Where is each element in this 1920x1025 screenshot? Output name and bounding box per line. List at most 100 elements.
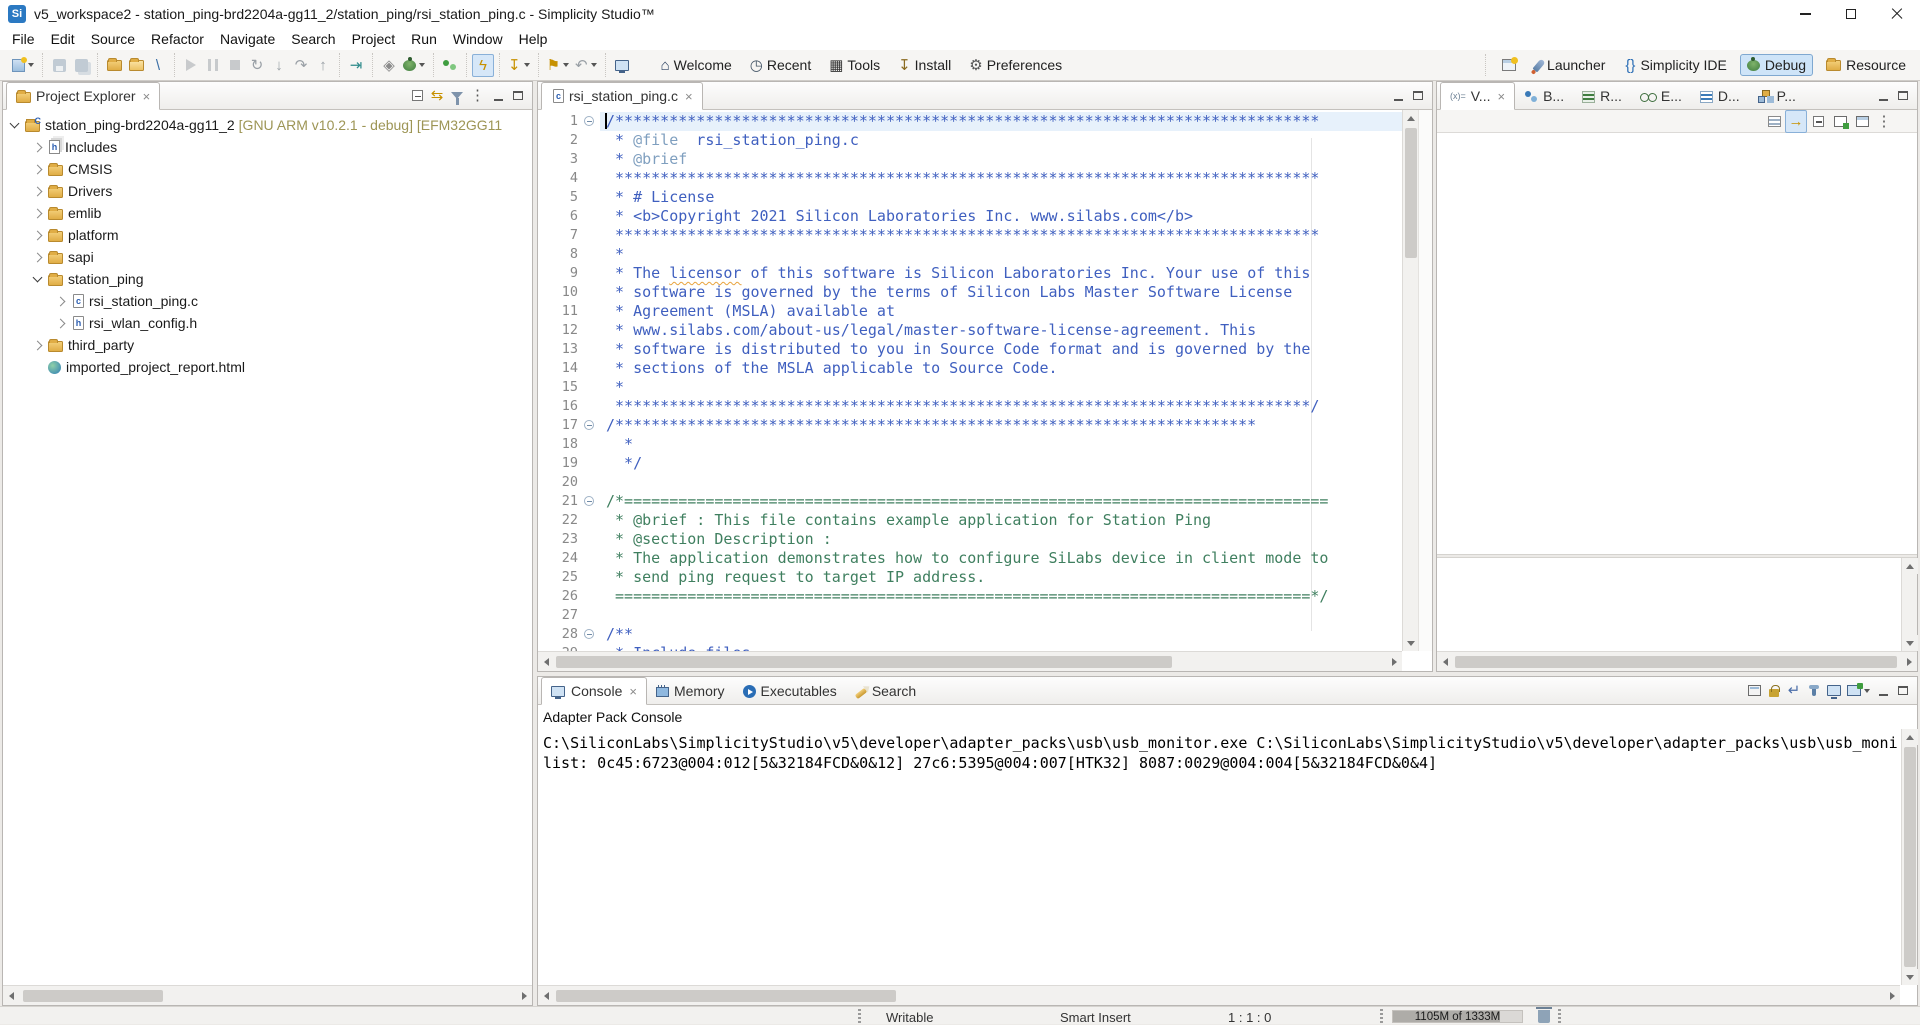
step-over-button[interactable]: ↷ (290, 54, 312, 77)
open-terminal-button[interactable] (611, 54, 633, 77)
build-button[interactable] (103, 54, 125, 77)
fold-collapse-icon[interactable] (584, 116, 594, 126)
maximize-view-button[interactable] (1408, 86, 1428, 106)
expand-arrow-icon[interactable] (33, 164, 43, 174)
variables-detail-pane[interactable] (1437, 558, 1900, 651)
menu-file[interactable]: File (4, 29, 43, 49)
dropdown-arrow-icon[interactable] (591, 63, 597, 67)
editor-vscrollbar[interactable] (1402, 110, 1418, 651)
welcome-button[interactable]: ⌂Welcome (661, 57, 732, 73)
maximize-button[interactable] (1893, 681, 1913, 701)
tab-expressions[interactable]: E... (1631, 83, 1691, 109)
tree-item-third-party[interactable]: third_party (3, 334, 532, 356)
close-view-icon[interactable]: × (1497, 89, 1505, 104)
scrollbar-thumb[interactable] (556, 990, 896, 1002)
show-type-names-button[interactable] (1763, 110, 1785, 133)
tools-button[interactable]: ▦Tools (829, 57, 880, 73)
recent-button[interactable]: ◷Recent (750, 57, 811, 73)
resume-at-line-button[interactable]: ⇥ (345, 54, 367, 77)
expand-arrow-icon[interactable] (33, 186, 43, 196)
menu-refactor[interactable]: Refactor (143, 29, 212, 49)
tree-item-drivers[interactable]: Drivers (3, 180, 532, 202)
scrollbar-thumb[interactable] (1455, 656, 1897, 668)
menu-source[interactable]: Source (83, 29, 143, 49)
expand-arrow-icon[interactable] (33, 230, 43, 240)
minimize-button[interactable] (488, 86, 508, 106)
menu-project[interactable]: Project (344, 29, 404, 49)
tab-console[interactable]: Console× (541, 677, 647, 705)
tab-memory[interactable]: Memory (647, 678, 734, 704)
expand-arrow-icon[interactable] (33, 252, 43, 262)
skip-all-breakpoints-button[interactable]: \ (147, 54, 169, 77)
collapse-all-button[interactable] (407, 86, 427, 106)
scroll-right-button[interactable] (1884, 988, 1900, 1004)
tab-peripherals[interactable]: P... (1749, 83, 1805, 109)
expand-arrow-icon[interactable] (33, 208, 43, 218)
variables-tree-area[interactable] (1437, 133, 1917, 554)
menu-window[interactable]: Window (445, 29, 511, 49)
step-return-button[interactable]: ↑ (312, 54, 334, 77)
tab-executables[interactable]: Executables (734, 678, 846, 704)
dropdown-arrow-icon[interactable] (563, 63, 569, 67)
tree-item-station-ping-brd2204a-gg11-2[interactable]: station_ping-brd2204a-gg11_2 [GNU ARM v1… (3, 114, 532, 136)
scroll-up-button[interactable] (1902, 729, 1918, 745)
perspective-open-perspective[interactable] (1495, 56, 1523, 74)
collapse-arrow-icon[interactable] (33, 273, 43, 283)
scrollbar-thumb[interactable] (1904, 747, 1916, 967)
close-editor-icon[interactable]: × (685, 89, 693, 104)
console-vscrollbar[interactable] (1901, 729, 1917, 985)
minimize-button[interactable] (1873, 681, 1893, 701)
expand-arrow-icon[interactable] (33, 142, 43, 152)
pin-console-button[interactable] (1804, 681, 1824, 701)
tree-item-sapi[interactable]: sapi (3, 246, 532, 268)
terminate-button[interactable] (224, 54, 246, 77)
tab-registers[interactable]: R... (1573, 83, 1631, 109)
tree-item-rsi-wlan-config-h[interactable]: rsi_wlan_config.h (3, 312, 532, 334)
save-all-button[interactable] (70, 54, 92, 77)
expand-arrow-icon[interactable] (33, 340, 43, 350)
flash-programmer-button[interactable]: ϟ (472, 54, 494, 77)
dropdown-arrow-icon[interactable] (1864, 689, 1870, 693)
scrollbar-thumb[interactable] (23, 990, 163, 1002)
scroll-up-button[interactable] (1902, 558, 1918, 574)
perspective-simplicity-ide[interactable]: {}Simplicity IDE (1618, 54, 1733, 76)
perspective-debug[interactable]: Debug (1740, 54, 1813, 76)
scroll-right-button[interactable] (1386, 654, 1402, 670)
tab-project-explorer[interactable]: Project Explorer × (6, 82, 160, 110)
minimize-button[interactable] (1873, 86, 1893, 106)
perspective-launcher[interactable]: Launcher (1529, 54, 1612, 76)
fold-collapse-icon[interactable] (584, 496, 594, 506)
scroll-down-button[interactable] (1902, 635, 1918, 651)
maximize-button[interactable] (508, 86, 528, 106)
run-last-tool-button[interactable]: ⚑ (544, 54, 572, 77)
tab-variables[interactable]: (x)=V...× (1440, 82, 1515, 110)
detail-pane-vscrollbar[interactable] (1901, 558, 1917, 651)
tab-breakpoints[interactable]: B... (1515, 83, 1573, 109)
scroll-left-button[interactable] (538, 988, 554, 1004)
dropdown-arrow-icon[interactable] (28, 63, 34, 67)
editor-hscrollbar[interactable] (538, 651, 1402, 671)
minimize-view-button[interactable] (1388, 86, 1408, 106)
tree-item-imported-project-report-html[interactable]: imported_project_report.html (3, 356, 532, 378)
collapse-arrow-icon[interactable] (10, 119, 20, 129)
scroll-lock-button[interactable] (1764, 681, 1784, 701)
close-window-button[interactable] (1874, 0, 1920, 28)
filter-button[interactable] (447, 86, 467, 106)
scroll-right-button[interactable] (1901, 654, 1917, 670)
code-editor[interactable]: 1/**************************************… (538, 110, 1432, 651)
scroll-down-button[interactable] (1403, 635, 1419, 651)
scroll-down-button[interactable] (1902, 969, 1918, 985)
debug-configurations-button[interactable] (400, 54, 428, 77)
tree-item-emlib[interactable]: emlib (3, 202, 532, 224)
tab-search[interactable]: Search (846, 678, 925, 704)
link-with-editor-button[interactable]: ⇆ (427, 86, 447, 106)
menu-help[interactable]: Help (511, 29, 556, 49)
suspend-button[interactable] (202, 54, 224, 77)
maximize-window-button[interactable] (1828, 0, 1874, 28)
tree-item-station-ping[interactable]: station_ping (3, 268, 532, 290)
scroll-left-button[interactable] (3, 988, 19, 1004)
scroll-left-button[interactable] (538, 654, 554, 670)
console-output[interactable]: C:\SiliconLabs\SimplicityStudio\v5\devel… (543, 733, 1897, 983)
dropdown-arrow-icon[interactable] (419, 63, 425, 67)
perspective-resource[interactable]: Resource (1819, 54, 1913, 76)
